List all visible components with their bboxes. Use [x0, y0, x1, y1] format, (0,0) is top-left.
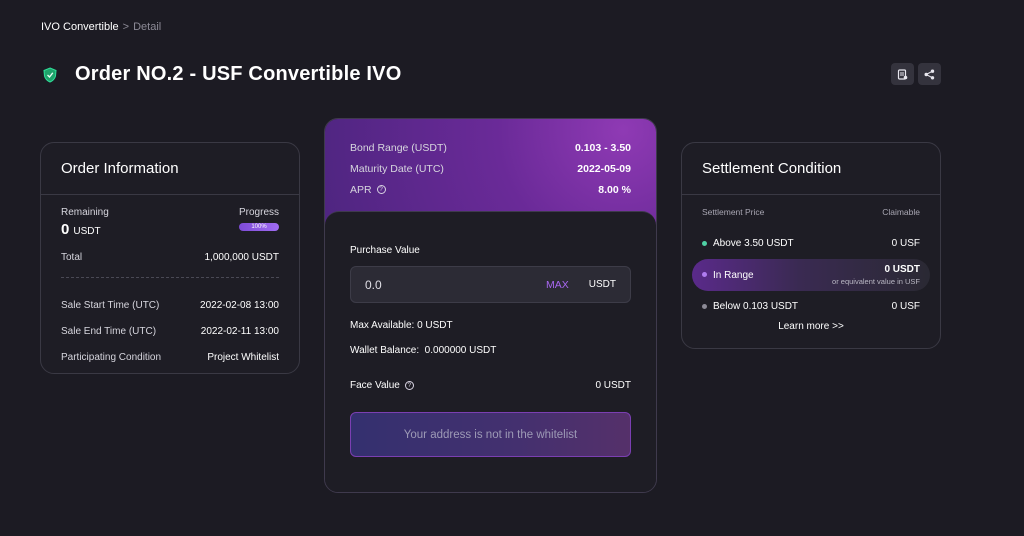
- sale-start-row: Sale Start Time (UTC) 2022-02-08 13:00: [61, 292, 279, 318]
- purchase-unit: USDT: [588, 279, 616, 290]
- total-value: 1,000,000 USDT: [204, 252, 280, 263]
- bond-range-label: Bond Range (USDT): [350, 141, 447, 154]
- face-value-row: Face Value? 0 USDT: [350, 380, 631, 391]
- below-label: Below 0.103 USDT: [713, 301, 799, 312]
- below-value: 0 USF: [891, 301, 920, 312]
- purchase-form: Purchase Value 0.0 MAX USDT Max Availabl…: [325, 211, 656, 492]
- inrange-label: In Range: [713, 269, 754, 281]
- question-icon[interactable]: ?: [376, 185, 386, 195]
- participating-label: Participating Condition: [61, 351, 162, 363]
- status-dot: [702, 272, 707, 278]
- purchase-value-label: Purchase Value: [350, 245, 420, 256]
- total-row: Total 1,000,000 USDT: [61, 252, 279, 263]
- settlement-header: Settlement Price Claimable: [702, 207, 920, 217]
- divider: [61, 277, 279, 278]
- order-information-title: Order Information: [41, 143, 299, 195]
- claimable-header: Claimable: [882, 207, 920, 217]
- purchase-card: Bond Range (USDT) 0.103 - 3.50 Maturity …: [324, 118, 657, 493]
- share-icon: [924, 69, 935, 79]
- page-title: Order NO.2 - USF Convertible IVO: [75, 63, 402, 85]
- sale-start-value: 2022-02-08 13:00: [200, 299, 279, 311]
- settlement-condition-card: Settlement Condition Settlement Price Cl…: [681, 142, 941, 349]
- top-actions: [891, 63, 941, 85]
- breadcrumb-ivo-convertible[interactable]: IVO Convertible: [41, 21, 119, 33]
- remaining-unit: USDT: [73, 226, 101, 237]
- wallet-balance: Wallet Balance: 0.000000 USDT: [350, 345, 497, 356]
- settlement-price-header: Settlement Price: [702, 207, 765, 217]
- whitelist-status-button[interactable]: Your address is not in the whitelist: [350, 412, 631, 457]
- face-value-label: Face Value: [350, 380, 400, 391]
- status-dot: [702, 303, 707, 309]
- sale-end-value: 2022-02-11 13:00: [200, 325, 279, 337]
- inrange-subtext: or equivalent value in USF: [832, 277, 920, 286]
- bond-range-value: 0.103 - 3.50: [574, 141, 631, 154]
- breadcrumb-current: Detail: [133, 21, 162, 33]
- remaining-label: Remaining: [61, 207, 109, 218]
- order-information-card: Order Information Remaining 0 USDT Progr…: [40, 142, 300, 374]
- maturity-row: Maturity Date (UTC) 2022-05-09: [350, 158, 631, 179]
- bond-range-row: Bond Range (USDT) 0.103 - 3.50: [350, 137, 631, 158]
- purchase-value-input[interactable]: 0.0 MAX USDT: [350, 266, 631, 303]
- participating-value: Project Whitelist: [207, 351, 279, 363]
- sale-end-label: Sale End Time (UTC): [61, 325, 157, 337]
- title-row: Order NO.2 - USF Convertible IVO: [41, 63, 401, 86]
- settlement-row-above: Above 3.50 USDT 0 USF: [702, 233, 920, 254]
- question-icon[interactable]: ?: [404, 380, 414, 390]
- status-dot: [702, 240, 707, 246]
- total-label: Total: [61, 252, 83, 263]
- document-icon: [897, 68, 908, 80]
- sale-end-row: Sale End Time (UTC) 2022-02-11 13:00: [61, 318, 279, 344]
- max-button[interactable]: MAX: [546, 279, 569, 291]
- apr-row: APR? 8.00 %: [350, 179, 631, 200]
- share-button[interactable]: [918, 63, 941, 85]
- settlement-title: Settlement Condition: [682, 143, 940, 195]
- sale-start-label: Sale Start Time (UTC): [61, 299, 160, 311]
- max-available: Max Available: 0 USDT: [350, 320, 453, 331]
- shield-icon: [41, 66, 59, 84]
- settlement-row-in-range: In Range 0 USDT or equivalent value in U…: [692, 259, 930, 291]
- breadcrumb: IVO Convertible > Detail: [41, 21, 161, 33]
- face-value: 0 USDT: [595, 380, 631, 391]
- inrange-value: 0 USDT: [884, 264, 920, 275]
- maturity-label: Maturity Date (UTC): [350, 162, 444, 175]
- document-button[interactable]: [891, 63, 914, 85]
- progress-label: Progress: [238, 207, 279, 218]
- breadcrumb-separator: >: [122, 21, 130, 33]
- learn-more-link[interactable]: Learn more >>: [702, 321, 920, 332]
- remaining-progress-row: Remaining 0 USDT Progress 100%: [61, 207, 279, 238]
- apr-label: APR: [350, 183, 372, 196]
- above-value: 0 USF: [891, 238, 920, 249]
- remaining-value: 0: [61, 221, 70, 238]
- above-label: Above 3.50 USDT: [713, 238, 794, 249]
- settlement-row-below: Below 0.103 USDT 0 USF: [702, 296, 920, 317]
- progress-bar: 100%: [239, 223, 279, 231]
- purchase-value-field[interactable]: 0.0: [365, 278, 546, 292]
- maturity-value: 2022-05-09: [577, 162, 631, 175]
- participating-row: Participating Condition Project Whitelis…: [61, 344, 279, 370]
- apr-value: 8.00 %: [598, 183, 631, 196]
